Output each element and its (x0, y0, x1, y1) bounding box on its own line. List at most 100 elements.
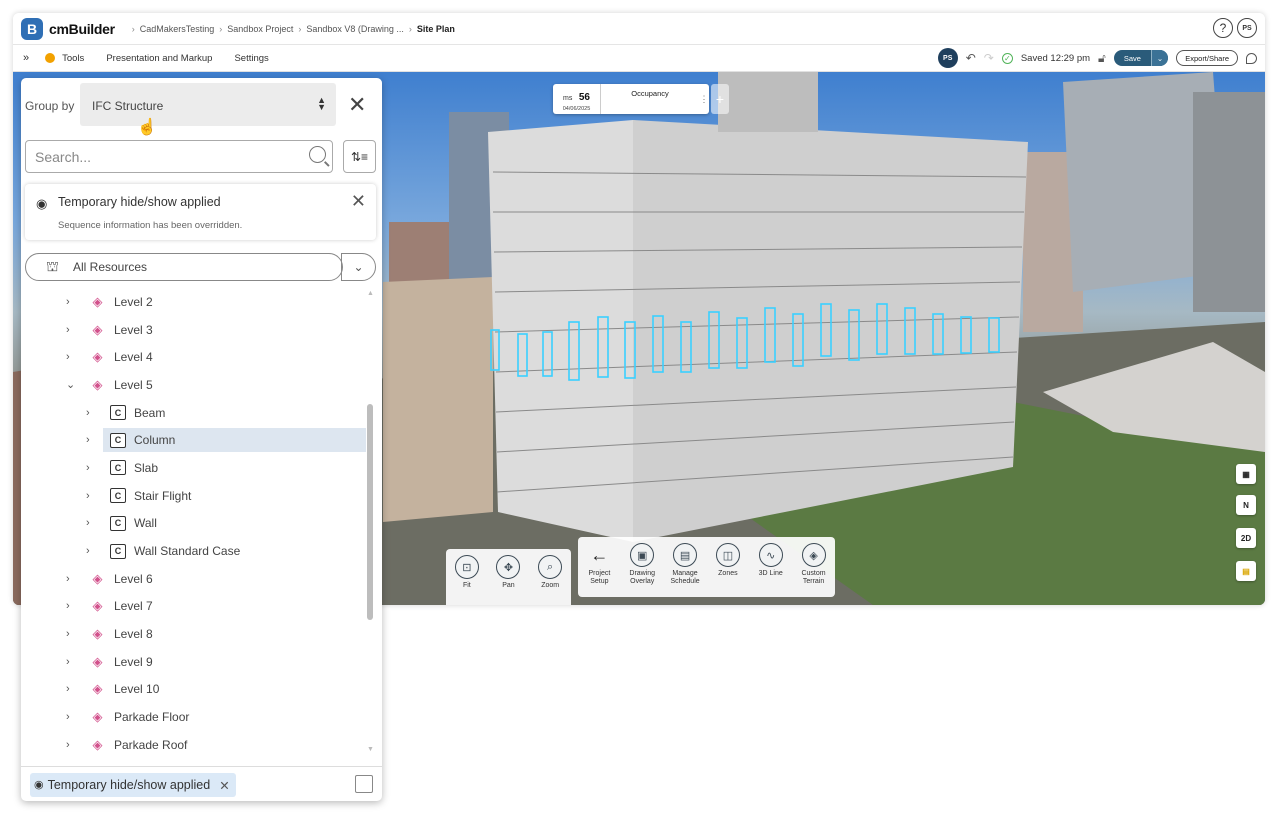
chevron-right-icon[interactable]: › (86, 462, 90, 474)
chevron-right-icon[interactable]: › (86, 407, 90, 419)
chevron-right-icon[interactable]: › (66, 600, 70, 612)
close-icon[interactable]: ✕ (351, 191, 366, 212)
resource-filter-dropdown[interactable]: ⛫ All Resources (25, 253, 343, 281)
chevron-right-icon[interactable]: › (86, 517, 90, 529)
tree-row[interactable]: › ◈ Level 2 (21, 288, 366, 316)
tree-row[interactable]: › ◈ Level 3 (21, 316, 366, 344)
collaborator-avatar[interactable]: PS (937, 48, 958, 68)
view-2d-button[interactable]: 2D (1236, 528, 1256, 548)
search-input[interactable]: Search... (25, 140, 333, 173)
viewport-action-tools: ← Project Setup ▣ Drawing Overlay ▤ Mana… (578, 537, 835, 597)
scrollbar-thumb[interactable] (367, 404, 373, 620)
undo-icon[interactable]: ↶ (966, 51, 976, 65)
settings-menu[interactable]: Settings (234, 53, 268, 64)
zoom-icon[interactable]: ⌕ (538, 555, 563, 579)
zoom-label: Zoom (541, 582, 560, 589)
layers-icon: ◈ (92, 349, 103, 365)
tree-row[interactable]: › ◈ Level 9 (21, 648, 366, 676)
tree-row[interactable]: › ◈ Level 7 (21, 593, 366, 621)
tree-row[interactable]: › ◈ Level 8 (21, 620, 366, 648)
help-button[interactable]: ? (1213, 18, 1233, 38)
fit-icon[interactable]: ⊡ (454, 555, 479, 579)
chevron-right-icon[interactable]: › (66, 628, 70, 640)
chevron-right-icon[interactable]: › (66, 683, 70, 695)
chevron-right-icon[interactable]: › (86, 490, 90, 502)
close-icon[interactable]: ✕ (219, 778, 229, 797)
drawing-overlay-button[interactable]: ▣ Drawing Overlay (622, 543, 662, 586)
legend-icon[interactable]: ▤ (1236, 561, 1256, 581)
search-icon[interactable] (309, 146, 326, 163)
chevron-right-icon[interactable]: › (66, 739, 70, 751)
tree-row[interactable]: › C Wall Standard Case (21, 537, 366, 565)
breadcrumb-model[interactable]: Sandbox V8 (Drawing ... (306, 24, 404, 34)
tools-menu[interactable]: Tools (62, 53, 84, 64)
sort-caret-icon[interactable]: ▲ ▼ (317, 96, 326, 112)
export-share-button[interactable]: Export/Share (1176, 50, 1238, 66)
hide-show-chip[interactable]: ◉ Temporary hide/show applied ✕ (30, 773, 236, 797)
more-options-icon[interactable]: ⋮ (699, 84, 709, 114)
scroll-down-icon[interactable]: ▼ (367, 746, 374, 753)
timeline-milestone-card[interactable]: ms 56 04/06/2025 Occupancy ⋮ (553, 84, 709, 114)
chevron-right-icon[interactable]: › (86, 545, 90, 557)
group-by-select[interactable]: IFC Structure ▲ ▼ (80, 83, 336, 126)
tree-row[interactable]: › ◈ Parkade Floor (21, 703, 366, 731)
chat-icon[interactable] (1246, 52, 1257, 64)
chevron-right-icon[interactable]: › (66, 711, 70, 723)
sort-options-button[interactable]: ⇅≡ (343, 140, 376, 173)
tree-row[interactable]: › ◈ Level 10 (21, 676, 366, 704)
close-icon[interactable]: ✕ (348, 92, 366, 118)
chevron-right-icon[interactable]: › (66, 296, 70, 308)
milestone-box[interactable]: ms 56 04/06/2025 (553, 84, 601, 114)
user-avatar[interactable]: PS (1237, 18, 1257, 38)
structure-tree: › ◈ Level 2 › ◈ Level 3 › ◈ Level 4 ⌄ ◈ Level 5 › C Be… (21, 288, 366, 759)
tree-row[interactable]: › ◈ Level 6 (21, 565, 366, 593)
save-button[interactable]: Save ⌄ (1113, 50, 1169, 66)
chevron-down-icon[interactable]: ⌄ (341, 253, 376, 281)
resource-filter-value[interactable]: All Resources (73, 260, 147, 274)
tree-row[interactable]: › C Wall (21, 510, 366, 538)
zones-button[interactable]: ◫ Zones (708, 543, 748, 578)
layers-icon[interactable]: ▦ (1236, 464, 1256, 484)
tree-row[interactable]: › C Beam (21, 399, 366, 427)
expand-icon[interactable] (355, 775, 373, 793)
group-by-value[interactable]: IFC Structure (92, 99, 163, 113)
chevron-right-icon[interactable]: › (66, 656, 70, 668)
manage-schedule-button[interactable]: ▤ Manage Schedule (665, 543, 705, 586)
north-compass-button[interactable]: N (1236, 495, 1256, 515)
back-arrow-icon[interactable]: ← (590, 543, 608, 567)
scroll-up-icon[interactable]: ▲ (367, 290, 374, 297)
3d-line-icon[interactable]: ∿ (758, 543, 783, 567)
chevron-right-icon[interactable]: › (66, 351, 70, 363)
lock-icon[interactable]: 🔓︎ (1098, 51, 1106, 66)
add-timeline-button[interactable]: + (711, 84, 729, 114)
drawing-overlay-icon[interactable]: ▣ (630, 543, 655, 567)
layers-icon: ◈ (92, 376, 103, 392)
zones-icon[interactable]: ◫ (715, 543, 740, 567)
tree-row[interactable]: › ◈ Level 4 (21, 343, 366, 371)
presentation-markup-menu[interactable]: Presentation and Markup (106, 53, 212, 64)
schedule-icon[interactable]: ▤ (673, 543, 698, 567)
tree-row[interactable]: › C Slab (21, 454, 366, 482)
chevron-right-icon[interactable]: › (66, 324, 70, 336)
pan-icon[interactable]: ✥ (496, 555, 521, 579)
chevron-down-icon[interactable]: ⌄ (1150, 50, 1169, 66)
chevron-down-icon[interactable]: ⌄ (66, 378, 75, 391)
chevron-right-icon[interactable]: › (66, 573, 70, 585)
expand-panel-button[interactable]: » (23, 52, 29, 64)
breadcrumb-project[interactable]: Sandbox Project (227, 24, 293, 34)
breadcrumb-org[interactable]: CadMakersTesting (140, 24, 215, 34)
custom-terrain-button[interactable]: ◈ Custom Terrain (794, 543, 834, 586)
terrain-icon[interactable]: ◈ (801, 543, 826, 567)
fit-button[interactable]: ⊡ Fit (447, 555, 487, 590)
save-button-label[interactable]: Save (1114, 50, 1151, 66)
3d-line-button[interactable]: ∿ 3D Line (751, 543, 791, 578)
redo-icon[interactable]: ↷ (984, 51, 994, 65)
project-setup-button[interactable]: ← Project Setup (579, 543, 619, 586)
pan-button[interactable]: ✥ Pan (488, 555, 528, 590)
tree-row[interactable]: › C Column (21, 426, 366, 454)
chevron-right-icon[interactable]: › (86, 434, 90, 446)
tree-row[interactable]: › ◈ Parkade Roof (21, 731, 366, 759)
tree-row[interactable]: ⌄ ◈ Level 5 (21, 371, 366, 399)
zoom-button[interactable]: ⌕ Zoom (530, 555, 570, 590)
tree-row[interactable]: › C Stair Flight (21, 482, 366, 510)
